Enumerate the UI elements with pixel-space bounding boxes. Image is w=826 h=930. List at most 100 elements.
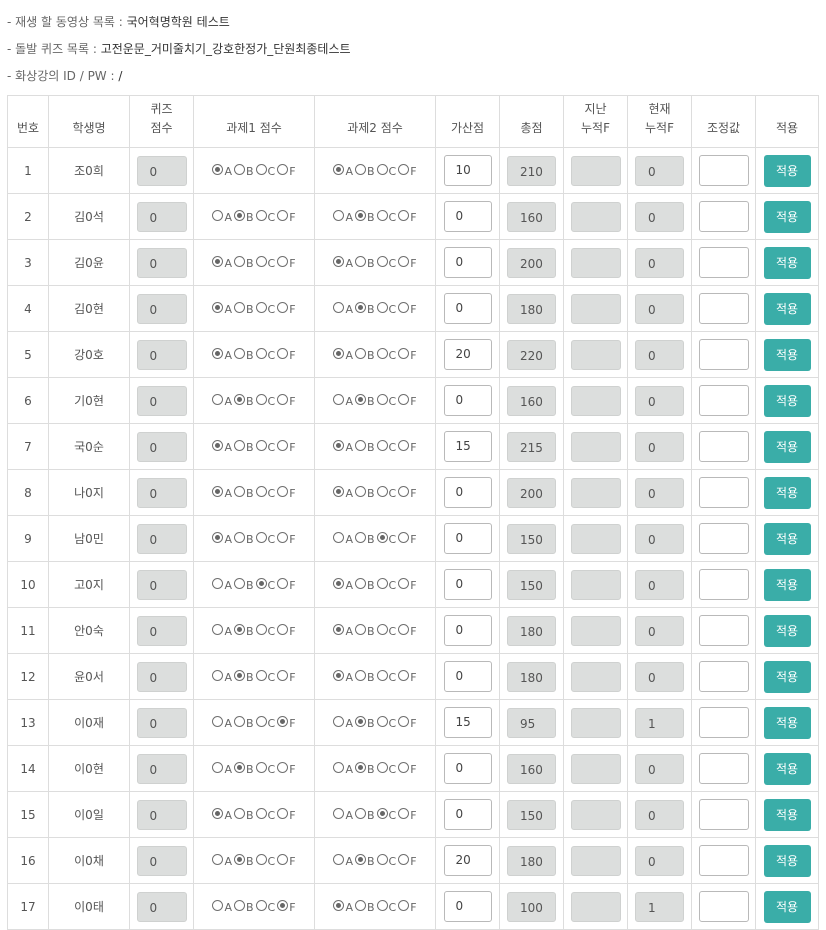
bonus-input[interactable]: 0: [443, 799, 492, 830]
bonus-input[interactable]: 0: [443, 293, 492, 324]
task2-radio-f[interactable]: [398, 532, 410, 543]
task1-radio-b[interactable]: [233, 210, 245, 221]
task2-radio-a[interactable]: [333, 394, 345, 405]
task1-radio-f[interactable]: [277, 762, 289, 773]
task1-radio-f[interactable]: [277, 302, 289, 313]
task1-radio-b[interactable]: [233, 256, 245, 267]
task1-radio-a[interactable]: [212, 302, 224, 313]
task1-radio-a[interactable]: [212, 210, 224, 221]
task1-radio-b[interactable]: [233, 900, 245, 911]
task2-radio-a[interactable]: [333, 578, 345, 589]
task1-radio-a[interactable]: [212, 394, 224, 405]
task1-radio-c[interactable]: [255, 624, 267, 635]
adjust-input[interactable]: [698, 707, 749, 738]
bonus-input[interactable]: 15: [443, 707, 492, 738]
apply-button[interactable]: 적용: [763, 200, 811, 233]
task1-radio-b[interactable]: [233, 440, 245, 451]
adjust-input[interactable]: [698, 477, 749, 508]
task1-radio-c[interactable]: [255, 578, 267, 589]
task2-radio-a[interactable]: [333, 762, 345, 773]
task1-radio-f[interactable]: [277, 670, 289, 681]
task2-radio-b[interactable]: [354, 670, 366, 681]
task1-radio-b[interactable]: [233, 808, 245, 819]
apply-button[interactable]: 적용: [763, 154, 811, 187]
bonus-input[interactable]: 20: [443, 845, 492, 876]
adjust-input[interactable]: [698, 569, 749, 600]
task2-radio-c[interactable]: [376, 440, 388, 451]
task2-radio-a[interactable]: [333, 256, 345, 267]
bonus-input[interactable]: 0: [443, 615, 492, 646]
task1-radio-a[interactable]: [212, 808, 224, 819]
task1-radio-f[interactable]: [277, 900, 289, 911]
bonus-input[interactable]: 0: [443, 385, 492, 416]
apply-button[interactable]: 적용: [763, 338, 811, 371]
task2-radio-a[interactable]: [333, 854, 345, 865]
task2-radio-f[interactable]: [398, 348, 410, 359]
task2-radio-a[interactable]: [333, 808, 345, 819]
adjust-input[interactable]: [698, 201, 749, 232]
task1-radio-b[interactable]: [233, 302, 245, 313]
task1-radio-c[interactable]: [255, 808, 267, 819]
apply-button[interactable]: 적용: [763, 292, 811, 325]
task2-radio-c[interactable]: [376, 854, 388, 865]
task2-radio-c[interactable]: [376, 256, 388, 267]
task1-radio-a[interactable]: [212, 716, 224, 727]
task1-radio-a[interactable]: [212, 854, 224, 865]
task2-radio-f[interactable]: [398, 762, 410, 773]
task2-radio-b[interactable]: [354, 578, 366, 589]
bonus-input[interactable]: 0: [443, 661, 492, 692]
task1-radio-c[interactable]: [255, 532, 267, 543]
task2-radio-b[interactable]: [354, 302, 366, 313]
task1-radio-f[interactable]: [277, 394, 289, 405]
task1-radio-b[interactable]: [233, 486, 245, 497]
task1-radio-a[interactable]: [212, 486, 224, 497]
task1-radio-f[interactable]: [277, 256, 289, 267]
task1-radio-a[interactable]: [212, 670, 224, 681]
task1-radio-c[interactable]: [255, 394, 267, 405]
task2-radio-a[interactable]: [333, 210, 345, 221]
apply-button[interactable]: 적용: [763, 890, 811, 923]
bonus-input[interactable]: 0: [443, 201, 492, 232]
adjust-input[interactable]: [698, 247, 749, 278]
task1-radio-b[interactable]: [233, 716, 245, 727]
task2-radio-b[interactable]: [354, 256, 366, 267]
task2-radio-f[interactable]: [398, 624, 410, 635]
task2-radio-c[interactable]: [376, 716, 388, 727]
task1-radio-c[interactable]: [255, 440, 267, 451]
task1-radio-b[interactable]: [233, 624, 245, 635]
task1-radio-a[interactable]: [212, 624, 224, 635]
task1-radio-b[interactable]: [233, 164, 245, 175]
task2-radio-b[interactable]: [354, 716, 366, 727]
task2-radio-b[interactable]: [354, 762, 366, 773]
adjust-input[interactable]: [698, 155, 749, 186]
task2-radio-a[interactable]: [333, 900, 345, 911]
task1-radio-c[interactable]: [255, 762, 267, 773]
task1-radio-c[interactable]: [255, 256, 267, 267]
task1-radio-a[interactable]: [212, 348, 224, 359]
adjust-input[interactable]: [698, 339, 749, 370]
task2-radio-c[interactable]: [376, 578, 388, 589]
task2-radio-c[interactable]: [376, 348, 388, 359]
task2-radio-b[interactable]: [354, 440, 366, 451]
task2-radio-f[interactable]: [398, 486, 410, 497]
task2-radio-a[interactable]: [333, 302, 345, 313]
task2-radio-f[interactable]: [398, 164, 410, 175]
task2-radio-b[interactable]: [354, 854, 366, 865]
task2-radio-a[interactable]: [333, 670, 345, 681]
task2-radio-f[interactable]: [398, 440, 410, 451]
apply-button[interactable]: 적용: [763, 522, 811, 555]
bonus-input[interactable]: 0: [443, 891, 492, 922]
adjust-input[interactable]: [698, 431, 749, 462]
task1-radio-f[interactable]: [277, 440, 289, 451]
task2-radio-c[interactable]: [376, 900, 388, 911]
task1-radio-b[interactable]: [233, 394, 245, 405]
task2-radio-b[interactable]: [354, 624, 366, 635]
task1-radio-c[interactable]: [255, 210, 267, 221]
task1-radio-c[interactable]: [255, 348, 267, 359]
task2-radio-f[interactable]: [398, 394, 410, 405]
task2-radio-c[interactable]: [376, 164, 388, 175]
adjust-input[interactable]: [698, 799, 749, 830]
task2-radio-b[interactable]: [354, 486, 366, 497]
adjust-input[interactable]: [698, 753, 749, 784]
task1-radio-f[interactable]: [277, 164, 289, 175]
